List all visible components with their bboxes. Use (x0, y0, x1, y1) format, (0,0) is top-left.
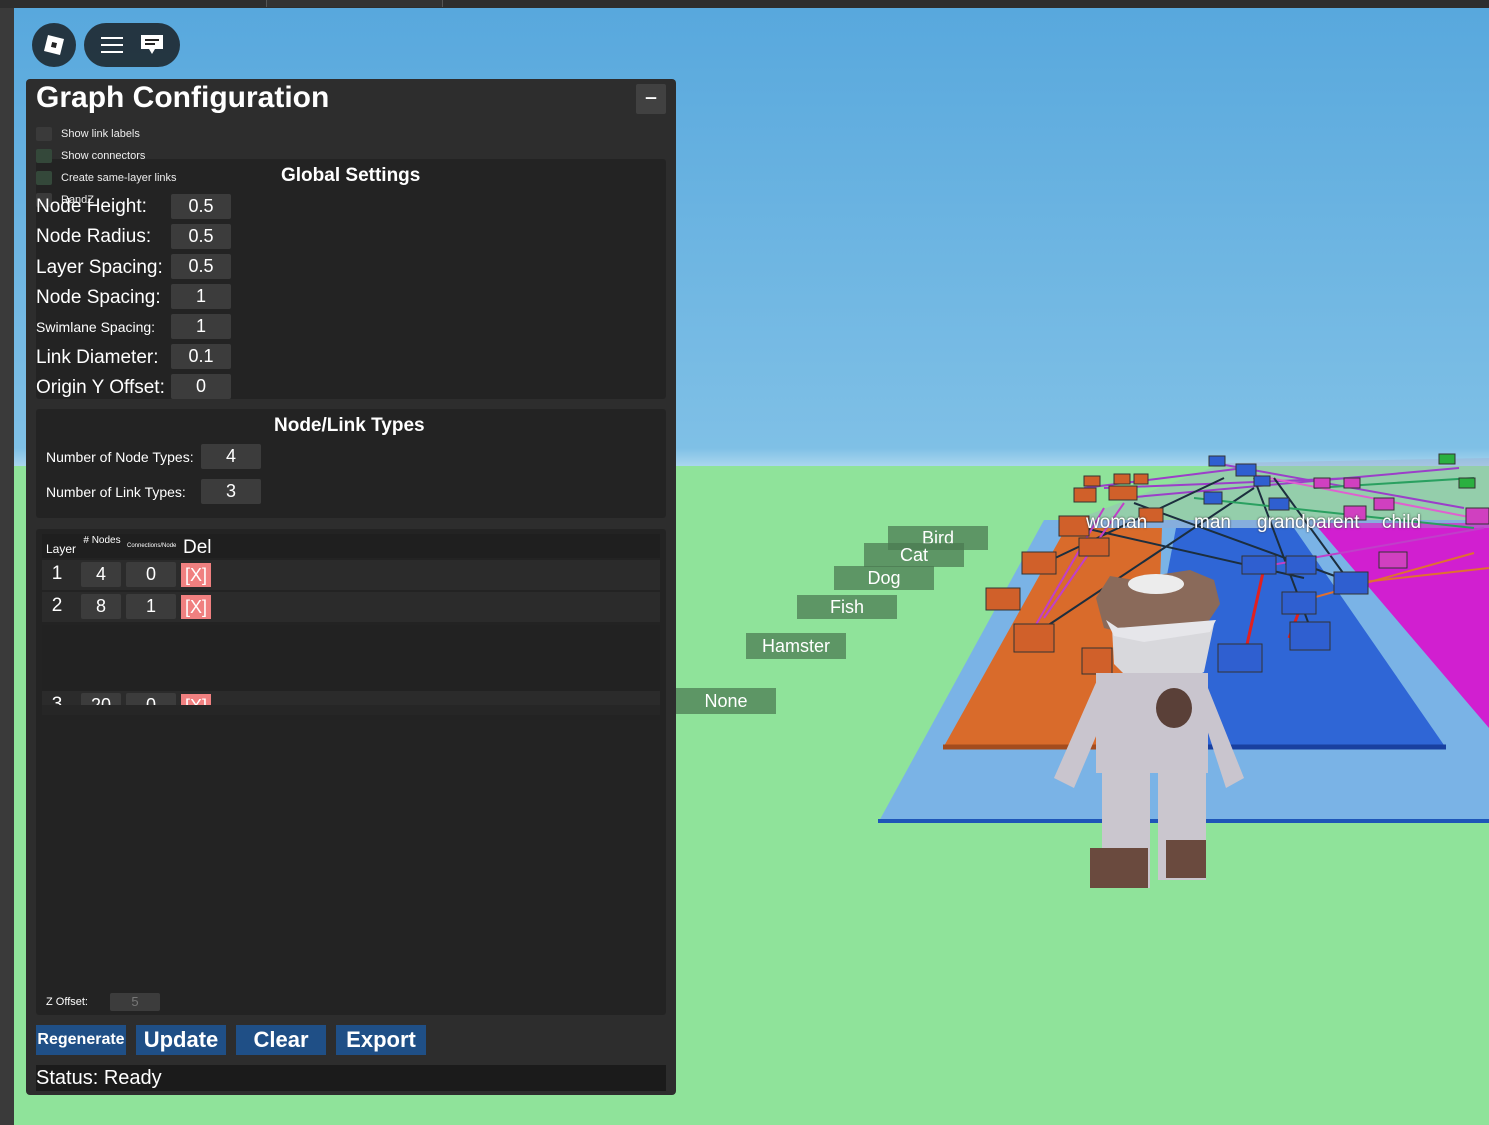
origin-y-offset-input[interactable]: 0 (171, 374, 231, 399)
lane-label-grandparent: grandparent (1257, 512, 1360, 533)
layer-list-clip: 3 20 0 [X] (42, 625, 660, 705)
layer-column-header: Layer (46, 542, 77, 556)
connections-column-header: Connections/Node (127, 543, 177, 549)
node-spacing-input[interactable]: 1 (171, 284, 231, 309)
node-link-types-section: Node/Link Types Number of Node Types: 4 … (36, 409, 666, 518)
show-link-labels-checkbox[interactable] (36, 127, 52, 141)
export-button[interactable]: Export (336, 1025, 426, 1055)
node-height-input[interactable]: 0.5 (171, 194, 231, 219)
layer-spacing-label: Layer Spacing: (36, 257, 163, 278)
studio-left-strip (0, 8, 14, 1125)
chat-icon[interactable] (140, 34, 164, 56)
studio-top-strip (0, 0, 1489, 8)
show-connectors-checkbox[interactable] (36, 149, 52, 163)
type-tag-hamster: Hamster (746, 633, 846, 659)
layer-row: 3 20 0 [X] (42, 691, 660, 705)
roblox-menu-button[interactable] (32, 23, 76, 67)
swimlane-spacing-label: Swimlane Spacing: (36, 319, 156, 335)
layer-connections-input[interactable]: 0 (126, 562, 176, 587)
layers-section: Layer # Nodes Connections/Node Del 1 4 0… (36, 529, 666, 1015)
node-link-types-heading: Node/Link Types (274, 415, 425, 436)
type-tag-none: None (676, 688, 776, 714)
lane-label-man: man (1194, 512, 1231, 533)
studio-tab[interactable] (267, 0, 443, 7)
node-spacing-label: Node Spacing: (36, 287, 161, 308)
show-connectors-label: Show connectors (61, 150, 146, 162)
layer-number: 3 (51, 694, 63, 705)
hamburger-menu-icon[interactable] (100, 36, 123, 54)
delete-layer-button[interactable]: [X] (181, 694, 211, 705)
create-same-layer-links-label: Create same-layer links (61, 172, 177, 184)
panel-title: Graph Configuration (36, 81, 330, 114)
lane-label-woman: woman (1086, 512, 1148, 533)
link-diameter-input[interactable]: 0.1 (171, 344, 231, 369)
topbar-group (84, 23, 180, 67)
type-tag-dog: Dog (834, 566, 934, 590)
roblox-logo-icon (44, 35, 64, 55)
studio-tab[interactable] (0, 0, 267, 7)
nodes-column-header: # Nodes (83, 535, 121, 546)
layer-row: 2 8 1 [X] (42, 592, 660, 622)
type-tag-fish: Fish (797, 595, 897, 619)
node-radius-input[interactable]: 0.5 (171, 224, 231, 249)
node-types-label: Number of Node Types: (46, 449, 194, 465)
layer-row: 1 4 0 [X] (42, 560, 660, 590)
z-offset-input[interactable]: 5 (110, 993, 160, 1011)
layer-spacing-input[interactable]: 0.5 (171, 254, 231, 279)
layer-number: 2 (51, 595, 63, 616)
layer-nodes-input[interactable]: 8 (81, 594, 121, 619)
type-tag-cat: Cat (864, 543, 964, 567)
delete-layer-button[interactable]: [X] (181, 595, 211, 619)
layer-nodes-input[interactable]: 20 (81, 693, 121, 705)
swimlane-spacing-input[interactable]: 1 (171, 314, 231, 339)
layer-connections-input[interactable]: 1 (126, 594, 176, 619)
global-settings-heading: Global Settings (281, 165, 421, 186)
z-offset-label: Z Offset: (46, 996, 88, 1008)
layers-header-row: Layer # Nodes Connections/Node Del (42, 534, 660, 558)
show-link-labels-label: Show link labels (61, 128, 140, 140)
del-column-header: Del (183, 537, 212, 558)
update-button[interactable]: Update (136, 1025, 226, 1055)
link-types-input[interactable]: 3 (201, 479, 261, 504)
lane-label-child: child (1382, 512, 1422, 533)
layer-number: 1 (51, 563, 63, 584)
delete-layer-button[interactable]: [X] (181, 563, 211, 587)
status-bar: Status: Ready (36, 1065, 666, 1091)
origin-y-offset-label: Origin Y Offset: (36, 377, 165, 398)
layer-connections-input[interactable]: 0 (126, 693, 176, 705)
node-radius-label: Node Radius: (36, 226, 152, 247)
layer-nodes-input[interactable]: 4 (81, 562, 121, 587)
node-types-input[interactable]: 4 (201, 444, 261, 469)
link-diameter-label: Link Diameter: (36, 347, 159, 368)
layer-list-footer (42, 705, 660, 715)
create-same-layer-links-checkbox[interactable] (36, 171, 52, 185)
node-height-label: Node Height: (36, 196, 147, 217)
graph-configuration-panel: Graph Configuration – Global Settings Sh… (26, 79, 676, 1095)
minimize-button[interactable]: – (636, 84, 666, 114)
regenerate-button[interactable]: Regenerate (36, 1025, 126, 1055)
clear-button[interactable]: Clear (236, 1025, 326, 1055)
link-types-label: Number of Link Types: (46, 484, 186, 500)
